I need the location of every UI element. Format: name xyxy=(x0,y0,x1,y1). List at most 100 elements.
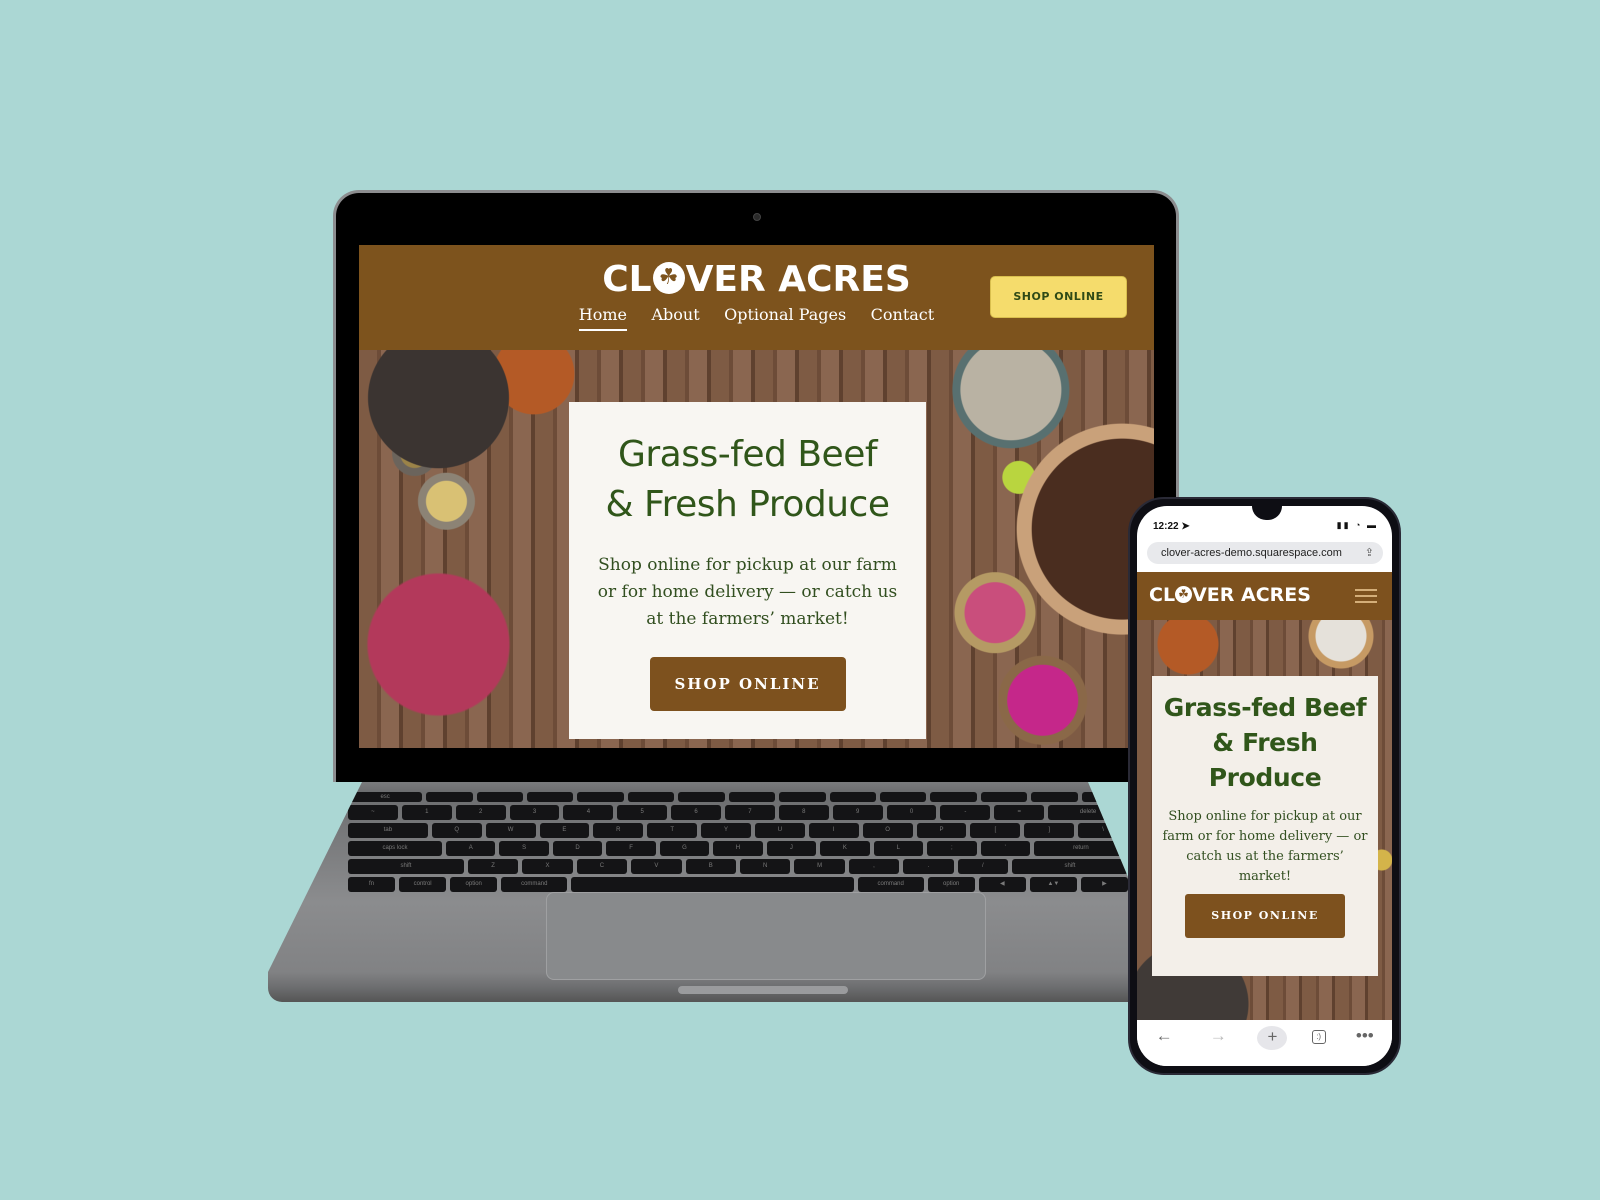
keyboard-key[interactable]: 2 xyxy=(455,805,506,820)
new-tab-plus-icon[interactable]: + xyxy=(1257,1026,1288,1050)
keyboard-key[interactable] xyxy=(829,792,876,802)
keyboard-key[interactable]: U xyxy=(754,823,805,838)
keyboard-key[interactable]: K xyxy=(820,841,870,856)
keyboard-key[interactable] xyxy=(476,792,524,802)
keyboard-key[interactable]: shift xyxy=(1012,859,1128,874)
keyboard-key[interactable]: L xyxy=(873,841,924,856)
keyboard-key[interactable]: caps lock xyxy=(348,841,442,856)
keyboard-key[interactable]: M xyxy=(794,859,845,874)
mobile-shop-online-button[interactable]: SHOP ONLINE xyxy=(1185,894,1345,938)
keyboard-key[interactable]: option xyxy=(927,877,975,892)
keyboard-key[interactable] xyxy=(527,792,574,802)
keyboard-key[interactable] xyxy=(1081,792,1128,802)
keyboard-key[interactable]: E xyxy=(539,823,590,838)
mobile-hero-card: Grass-fed Beef & Fresh Produce Shop onli… xyxy=(1152,676,1378,976)
keyboard-key[interactable]: B xyxy=(685,859,736,874)
keyboard-key[interactable]: . xyxy=(903,859,954,874)
nav-about[interactable]: About xyxy=(651,305,699,329)
keyboard-key[interactable]: esc xyxy=(348,792,423,802)
keyboard-key[interactable]: command xyxy=(857,877,924,892)
keyboard-key[interactable]: tab xyxy=(348,823,428,838)
nav-home[interactable]: Home xyxy=(578,305,628,331)
keyboard-key[interactable]: 3 xyxy=(509,805,560,820)
address-bar[interactable]: clover-acres-demo.squarespace.com ⇪ xyxy=(1147,542,1383,564)
keyboard-key[interactable]: shift xyxy=(348,859,464,874)
hamburger-menu-icon[interactable] xyxy=(1355,589,1377,603)
keyboard-key[interactable]: ▲▼ xyxy=(1029,877,1077,892)
keyboard-key[interactable] xyxy=(678,792,725,802)
keyboard-key[interactable]: , xyxy=(848,859,900,874)
keyboard-key[interactable] xyxy=(571,877,854,892)
hero-shop-online-button[interactable]: SHOP ONLINE xyxy=(649,657,846,711)
keyboard-key[interactable]: command xyxy=(501,877,568,892)
keyboard-key[interactable]: X xyxy=(522,859,573,874)
hero-title: Grass-fed Beef & Fresh Produce xyxy=(569,430,926,530)
keyboard-key[interactable]: V xyxy=(631,859,682,874)
share-icon[interactable]: ⇪ xyxy=(1365,542,1374,564)
keyboard-key[interactable]: 7 xyxy=(725,805,775,820)
keyboard-key[interactable]: O xyxy=(862,823,913,838)
keyboard-key[interactable]: A xyxy=(445,841,496,856)
keyboard-key[interactable]: 0 xyxy=(886,805,937,820)
back-arrow-icon[interactable]: ← xyxy=(1149,1026,1179,1046)
keyboard-key[interactable]: ~ xyxy=(348,805,398,820)
keyboard-key[interactable] xyxy=(728,792,776,802)
keyboard-key[interactable] xyxy=(627,792,675,802)
keyboard-key[interactable]: / xyxy=(957,859,1008,874)
nav-optional-pages[interactable]: Optional Pages xyxy=(724,305,846,329)
keyboard-key[interactable]: D xyxy=(552,841,603,856)
keyboard-key[interactable]: 9 xyxy=(832,805,883,820)
keyboard-key[interactable]: return xyxy=(1033,841,1128,856)
keyboard-key[interactable] xyxy=(1031,792,1078,802)
hero-card: Grass-fed Beef & Fresh Produce Shop onli… xyxy=(569,402,926,739)
trackpad[interactable] xyxy=(546,892,986,980)
keyboard-key[interactable]: 4 xyxy=(563,805,614,820)
keyboard-key[interactable]: R xyxy=(593,823,644,838)
keyboard-key[interactable]: C xyxy=(576,859,628,874)
mobile-site-logo[interactable]: CL VER ACRES xyxy=(1149,584,1311,606)
keyboard-key[interactable] xyxy=(577,792,624,802)
keyboard-key[interactable]: control xyxy=(399,877,447,892)
keyboard-key[interactable]: ; xyxy=(927,841,977,856)
keyboard-key[interactable]: ◀ xyxy=(978,877,1026,892)
keyboard-key[interactable]: P xyxy=(916,823,967,838)
keyboard-key[interactable] xyxy=(879,792,927,802)
keyboard-key[interactable]: G xyxy=(659,841,710,856)
keyboard-key[interactable]: H xyxy=(713,841,763,856)
keyboard-key[interactable]: option xyxy=(450,877,498,892)
keyboard-key[interactable] xyxy=(426,792,473,802)
keyboard-key[interactable]: W xyxy=(485,823,536,838)
forward-arrow-icon[interactable]: → xyxy=(1203,1026,1233,1046)
keyboard-key[interactable]: ] xyxy=(1024,823,1075,838)
more-options-icon[interactable]: ••• xyxy=(1350,1026,1380,1046)
header-shop-online-button[interactable]: SHOP ONLINE xyxy=(990,276,1127,318)
keyboard-key[interactable]: delete xyxy=(1048,805,1128,820)
keyboard-key[interactable] xyxy=(980,792,1028,802)
keyboard-key[interactable]: [ xyxy=(970,823,1021,838)
keyboard-key[interactable]: \ xyxy=(1078,823,1128,838)
keyboard-key[interactable]: Y xyxy=(701,823,751,838)
keyboard-key[interactable]: 1 xyxy=(401,805,452,820)
keyboard-key[interactable]: S xyxy=(499,841,549,856)
keyboard-key[interactable]: Z xyxy=(467,859,519,874)
keyboard-key[interactable] xyxy=(779,792,826,802)
tabs-icon[interactable]: :) xyxy=(1311,1030,1326,1044)
keyboard-key[interactable]: fn xyxy=(348,877,396,892)
keyboard-key[interactable]: I xyxy=(808,823,859,838)
keyboard-key[interactable]: 5 xyxy=(617,805,668,820)
keyboard-key[interactable]: Q xyxy=(431,823,482,838)
mobile-hero-title: Grass-fed Beef & Fresh Produce xyxy=(1152,690,1378,795)
keyboard-key[interactable] xyxy=(930,792,977,802)
laptop-base: esc ~1 2 3 4 5 6 7 8 9 0- = delete tab Q W E R T Y U I O P[] \ ca… xyxy=(268,782,1168,1002)
keyboard-key[interactable]: - xyxy=(940,805,991,820)
keyboard-key[interactable]: T xyxy=(647,823,698,838)
keyboard-key[interactable]: ▶ xyxy=(1080,877,1129,892)
keyboard-key[interactable]: F xyxy=(606,841,656,856)
keyboard-key[interactable]: ' xyxy=(980,841,1030,856)
keyboard-key[interactable]: 6 xyxy=(671,805,722,820)
keyboard-key[interactable]: N xyxy=(739,859,791,874)
nav-contact[interactable]: Contact xyxy=(871,305,935,329)
keyboard-key[interactable]: = xyxy=(994,805,1045,820)
keyboard-key[interactable]: 8 xyxy=(778,805,829,820)
keyboard-key[interactable]: J xyxy=(766,841,817,856)
